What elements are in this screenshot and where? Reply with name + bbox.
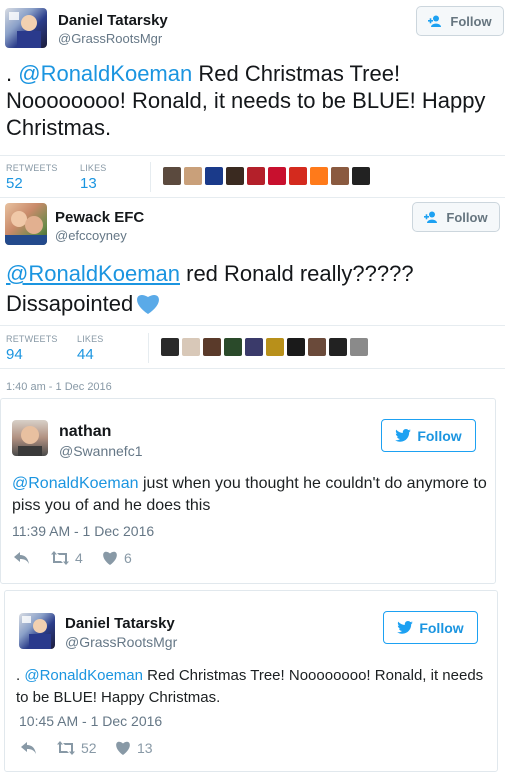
retweets-count[interactable]: 94 xyxy=(6,346,23,363)
retweets-count[interactable]: 52 xyxy=(6,175,23,192)
liker-avatar[interactable] xyxy=(184,167,202,185)
follow-button[interactable]: Follow xyxy=(383,611,478,644)
stats-separator xyxy=(148,333,149,363)
follow-button[interactable]: Follow xyxy=(416,6,504,36)
author-handle[interactable]: @GrassRootsMgr xyxy=(65,634,177,650)
liker-avatars xyxy=(163,167,370,185)
twitter-bird-icon xyxy=(397,621,414,634)
avatar[interactable] xyxy=(5,8,47,48)
liker-avatars xyxy=(161,338,368,356)
liker-avatar[interactable] xyxy=(182,338,200,356)
liker-avatar[interactable] xyxy=(226,167,244,185)
retweet-count: 4 xyxy=(75,550,83,566)
liker-avatar[interactable] xyxy=(203,338,221,356)
likes-count[interactable]: 13 xyxy=(80,175,97,192)
follow-label: Follow xyxy=(450,13,492,29)
avatar-illustration xyxy=(9,12,41,48)
liker-avatar[interactable] xyxy=(268,167,286,185)
follow-user-icon xyxy=(428,15,442,27)
avatar[interactable] xyxy=(5,203,47,245)
likes-label: LIKES xyxy=(80,163,107,173)
author-name[interactable]: Pewack EFC xyxy=(55,209,144,226)
like-action[interactable]: 13 xyxy=(115,740,153,756)
mention-link[interactable]: @RonaldKoeman xyxy=(12,475,139,492)
follow-label: Follow xyxy=(419,619,464,636)
author-name[interactable]: nathan xyxy=(59,423,111,441)
liker-avatar[interactable] xyxy=(287,338,305,356)
divider xyxy=(0,368,505,369)
like-count: 13 xyxy=(137,740,153,756)
follow-button[interactable]: Follow xyxy=(412,202,500,232)
mention-link[interactable]: @RonaldKoeman xyxy=(6,261,180,286)
follow-user-icon xyxy=(424,211,438,223)
follow-button[interactable]: Follow xyxy=(381,419,476,452)
retweet-action[interactable]: 52 xyxy=(57,740,97,756)
liker-avatar[interactable] xyxy=(350,338,368,356)
liker-avatar[interactable] xyxy=(329,338,347,356)
avatar-illustration xyxy=(5,211,47,245)
mention-link[interactable]: @RonaldKoeman xyxy=(24,667,143,684)
twitter-bird-icon xyxy=(395,429,412,442)
liker-avatar[interactable] xyxy=(331,167,349,185)
divider xyxy=(0,325,505,326)
liker-avatar[interactable] xyxy=(266,338,284,356)
avatar-illustration xyxy=(18,426,42,456)
liker-avatar[interactable] xyxy=(161,338,179,356)
avatar-illustration xyxy=(22,616,51,649)
stats-separator xyxy=(150,162,151,192)
tweet-timestamp[interactable]: 11:39 AM - 1 Dec 2016 xyxy=(12,523,154,539)
liker-avatar[interactable] xyxy=(352,167,370,185)
avatar[interactable] xyxy=(12,420,48,456)
liker-avatar[interactable] xyxy=(310,167,328,185)
embedded-tweet: nathan @Swannefc1 Follow @RonaldKoeman j… xyxy=(0,398,496,584)
likes-count[interactable]: 44 xyxy=(77,346,94,363)
retweet-icon xyxy=(57,741,75,755)
reply-icon xyxy=(21,742,36,754)
follow-label: Follow xyxy=(446,209,488,225)
tweet-timestamp[interactable]: 1:40 am - 1 Dec 2016 xyxy=(6,381,112,393)
retweets-label: RETWEETS xyxy=(6,163,58,173)
liker-avatar[interactable] xyxy=(247,167,265,185)
divider xyxy=(0,155,505,156)
tweet-text: . @RonaldKoeman Red Christmas Tree! Nooo… xyxy=(6,60,501,141)
tweet-timestamp[interactable]: 10:45 AM - 1 Dec 2016 xyxy=(19,713,162,729)
like-heart-icon xyxy=(103,551,117,565)
like-action[interactable]: 6 xyxy=(102,550,132,566)
embedded-tweet: Daniel Tatarsky @GrassRootsMgr Follow . … xyxy=(4,590,498,772)
follow-label: Follow xyxy=(417,427,462,444)
like-count: 6 xyxy=(124,550,132,566)
retweet-action[interactable]: 4 xyxy=(51,550,83,566)
tweet-text: @RonaldKoeman red Ronald really????? Dis… xyxy=(6,259,501,319)
liker-avatar[interactable] xyxy=(224,338,242,356)
like-heart-icon xyxy=(116,741,130,755)
reply-icon xyxy=(14,552,29,564)
reply-action[interactable] xyxy=(14,552,30,564)
blue-heart-emoji xyxy=(137,295,160,314)
avatar[interactable] xyxy=(19,613,55,649)
retweet-icon xyxy=(51,551,69,565)
mention-link[interactable]: @RonaldKoeman xyxy=(18,61,192,86)
author-name[interactable]: Daniel Tatarsky xyxy=(65,615,175,632)
author-handle[interactable]: @efccoyney xyxy=(55,228,127,243)
tweet-text: . @RonaldKoeman Red Christmas Tree! Nooo… xyxy=(16,665,486,709)
liker-avatar[interactable] xyxy=(245,338,263,356)
author-handle[interactable]: @Swannefc1 xyxy=(59,443,142,459)
tweet-text: @RonaldKoeman just when you thought he c… xyxy=(12,473,487,517)
liker-avatar[interactable] xyxy=(308,338,326,356)
tweet-text-prefix: . xyxy=(6,61,19,86)
retweet-count: 52 xyxy=(81,740,97,756)
liker-avatar[interactable] xyxy=(205,167,223,185)
reply-action[interactable] xyxy=(21,742,37,754)
author-name[interactable]: Daniel Tatarsky xyxy=(58,12,168,29)
liker-avatar[interactable] xyxy=(289,167,307,185)
divider xyxy=(0,197,505,198)
likes-label: LIKES xyxy=(77,334,104,344)
retweets-label: RETWEETS xyxy=(6,334,58,344)
author-handle[interactable]: @GrassRootsMgr xyxy=(58,31,162,46)
liker-avatar[interactable] xyxy=(163,167,181,185)
